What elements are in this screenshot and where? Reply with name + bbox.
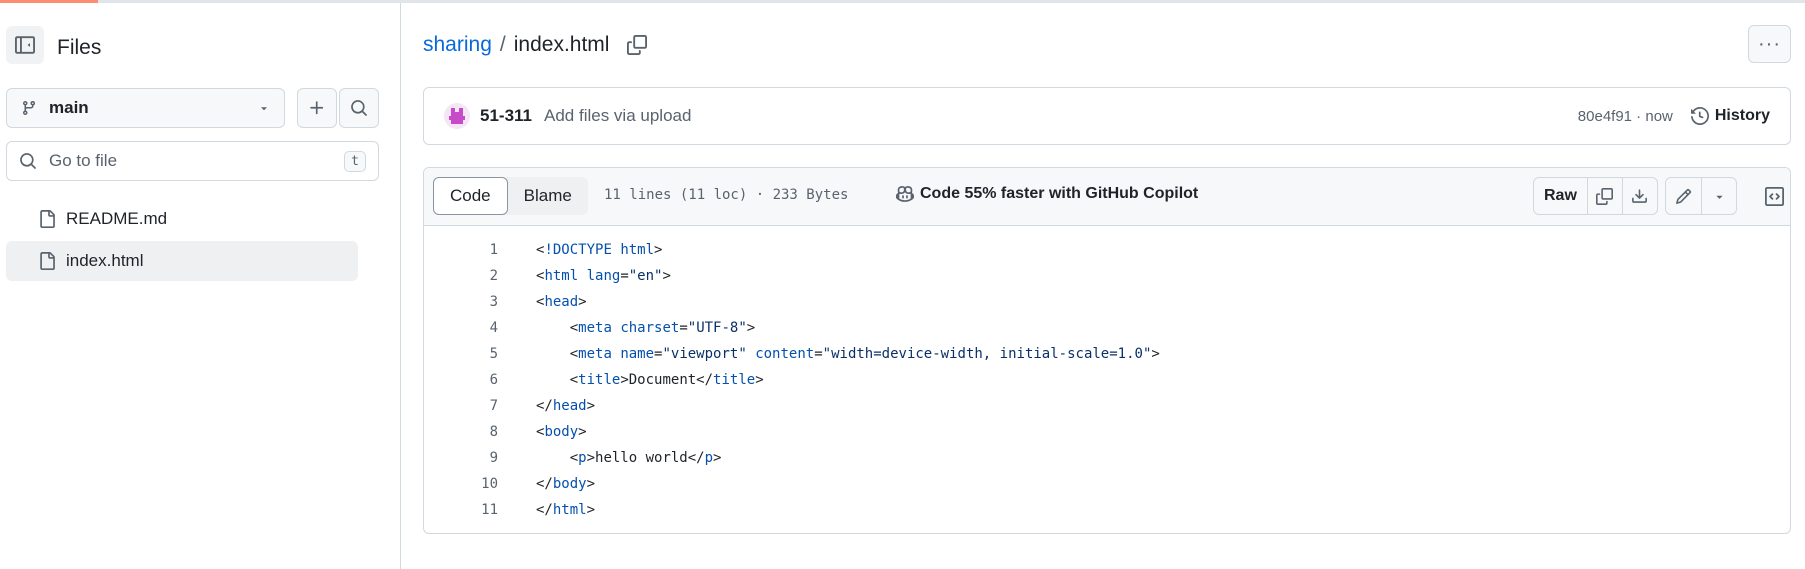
code-line: 11 </html> <box>424 497 1790 523</box>
code-text: </head> <box>536 398 596 414</box>
code-text: <head> <box>536 294 587 310</box>
caret-down-icon <box>261 107 267 111</box>
file-icon <box>40 210 55 228</box>
code-text: <html lang="en"> <box>536 268 671 284</box>
commit-hash-time[interactable]: 80e4f91 · now <box>1578 108 1673 125</box>
tree-item-readme[interactable]: README.md <box>6 199 358 239</box>
git-branch-icon <box>22 101 35 116</box>
go-to-file-input[interactable] <box>47 150 345 172</box>
copy-icon <box>627 35 648 55</box>
branch-name: main <box>49 98 89 117</box>
code-text: <body> <box>536 424 587 440</box>
line-number[interactable]: 9 <box>424 450 498 466</box>
file-icon <box>40 252 55 270</box>
code-text: <title>Document</title> <box>536 372 764 388</box>
copy-path-button[interactable] <box>627 35 648 55</box>
go-to-file-search[interactable]: t <box>6 141 379 181</box>
code-line: 6 <title>Document</title> <box>424 367 1790 393</box>
commit-author[interactable]: 51-311 <box>480 106 532 126</box>
sidebar-title: Files <box>57 36 102 59</box>
branch-selector[interactable]: main <box>6 88 285 128</box>
tree-item-index-html[interactable]: index.html <box>6 241 358 281</box>
avatar[interactable] <box>444 103 470 129</box>
breadcrumb-filename: index.html <box>513 33 610 56</box>
code-text: <meta name="viewport" content="width=dev… <box>536 346 1160 362</box>
file-tree-sidebar: Files main t README.md index.html <box>0 3 401 569</box>
breadcrumb: sharing / index.html <box>423 33 648 57</box>
copy-icon <box>1596 187 1614 205</box>
file-stats: 11 lines (11 loc) · 233 Bytes <box>604 187 849 203</box>
line-number[interactable]: 10 <box>424 476 498 492</box>
copilot-icon <box>896 186 914 202</box>
line-number[interactable]: 5 <box>424 346 498 362</box>
line-number[interactable]: 4 <box>424 320 498 336</box>
code-text: <!DOCTYPE html> <box>536 242 663 258</box>
tab-code[interactable]: Code <box>433 177 508 215</box>
keyboard-shortcut-hint: t <box>344 150 366 172</box>
code-line: 5 <meta name="viewport" content="width=d… <box>424 341 1790 367</box>
raw-button[interactable]: Raw <box>1534 178 1587 214</box>
history-button[interactable]: History <box>1690 107 1770 125</box>
line-number[interactable]: 8 <box>424 424 498 440</box>
latest-commit-bar: 51-311 Add files via upload 80e4f91 · no… <box>423 87 1791 145</box>
code-text: </body> <box>536 476 596 492</box>
code-square-icon <box>1764 186 1784 206</box>
code-text: </html> <box>536 502 596 518</box>
line-number[interactable]: 11 <box>424 502 498 518</box>
line-number[interactable]: 2 <box>424 268 498 284</box>
tab-blame[interactable]: Blame <box>508 177 588 215</box>
line-number[interactable]: 6 <box>424 372 498 388</box>
line-number[interactable]: 1 <box>424 242 498 258</box>
kebab-horizontal-icon: ··· <box>1758 32 1781 55</box>
code-line: 2 <html lang="en"> <box>424 263 1790 289</box>
plus-icon <box>310 101 324 115</box>
line-number[interactable]: 3 <box>424 294 498 310</box>
add-file-button[interactable] <box>297 88 337 128</box>
file-name: README.md <box>66 209 168 228</box>
search-files-button[interactable] <box>339 88 379 128</box>
code-line: 3 <head> <box>424 289 1790 315</box>
symbols-panel-button[interactable] <box>1756 177 1790 215</box>
collapse-sidebar-button[interactable] <box>6 26 44 64</box>
history-icon <box>1690 107 1709 125</box>
code-text: <meta charset="UTF-8"> <box>536 320 756 336</box>
view-mode-switch: Code Blame <box>433 177 588 215</box>
caret-down-icon <box>1716 195 1722 199</box>
download-raw-button[interactable] <box>1621 178 1657 214</box>
identicon-icon <box>449 108 465 124</box>
commit-message[interactable]: Add files via upload <box>544 106 1578 126</box>
code-line: 8 <body> <box>424 419 1790 445</box>
search-icon <box>20 153 36 169</box>
copy-raw-button[interactable] <box>1586 178 1622 214</box>
code-line: 9 <p>hello world</p> <box>424 445 1790 471</box>
code-text: <p>hello world</p> <box>536 450 722 466</box>
code-line: 10 </body> <box>424 471 1790 497</box>
file-name: index.html <box>66 251 144 270</box>
code-line: 7 </head> <box>424 393 1790 419</box>
copilot-promo-link[interactable]: Code 55% faster with GitHub Copilot <box>896 185 1198 203</box>
search-icon <box>351 100 367 116</box>
pencil-icon <box>1676 188 1692 204</box>
breadcrumb-separator: / <box>499 33 506 56</box>
sidebar-collapse-icon <box>15 36 35 54</box>
edit-options-dropdown[interactable] <box>1701 178 1736 214</box>
file-header: Code Blame 11 lines (11 loc) · 233 Bytes… <box>424 168 1790 226</box>
code-line: 4 <meta charset="UTF-8"> <box>424 315 1790 341</box>
edit-file-button[interactable] <box>1666 178 1701 214</box>
download-icon <box>1632 188 1648 203</box>
code-line: 1 <!DOCTYPE html> <box>424 237 1790 263</box>
breadcrumb-repo-link[interactable]: sharing <box>423 33 492 57</box>
more-options-button[interactable]: ··· <box>1748 25 1791 63</box>
line-number[interactable]: 7 <box>424 398 498 414</box>
edit-button-group <box>1665 177 1737 215</box>
raw-copy-download-group: Raw <box>1533 177 1658 215</box>
code-viewer[interactable]: 1 <!DOCTYPE html> 2 <html lang="en"> 3 <head>… <box>424 226 1790 523</box>
history-label: History <box>1714 107 1770 124</box>
file-viewer: Code Blame 11 lines (11 loc) · 233 Bytes… <box>423 167 1791 534</box>
copilot-promo-text: Code 55% faster with GitHub Copilot <box>920 185 1199 202</box>
